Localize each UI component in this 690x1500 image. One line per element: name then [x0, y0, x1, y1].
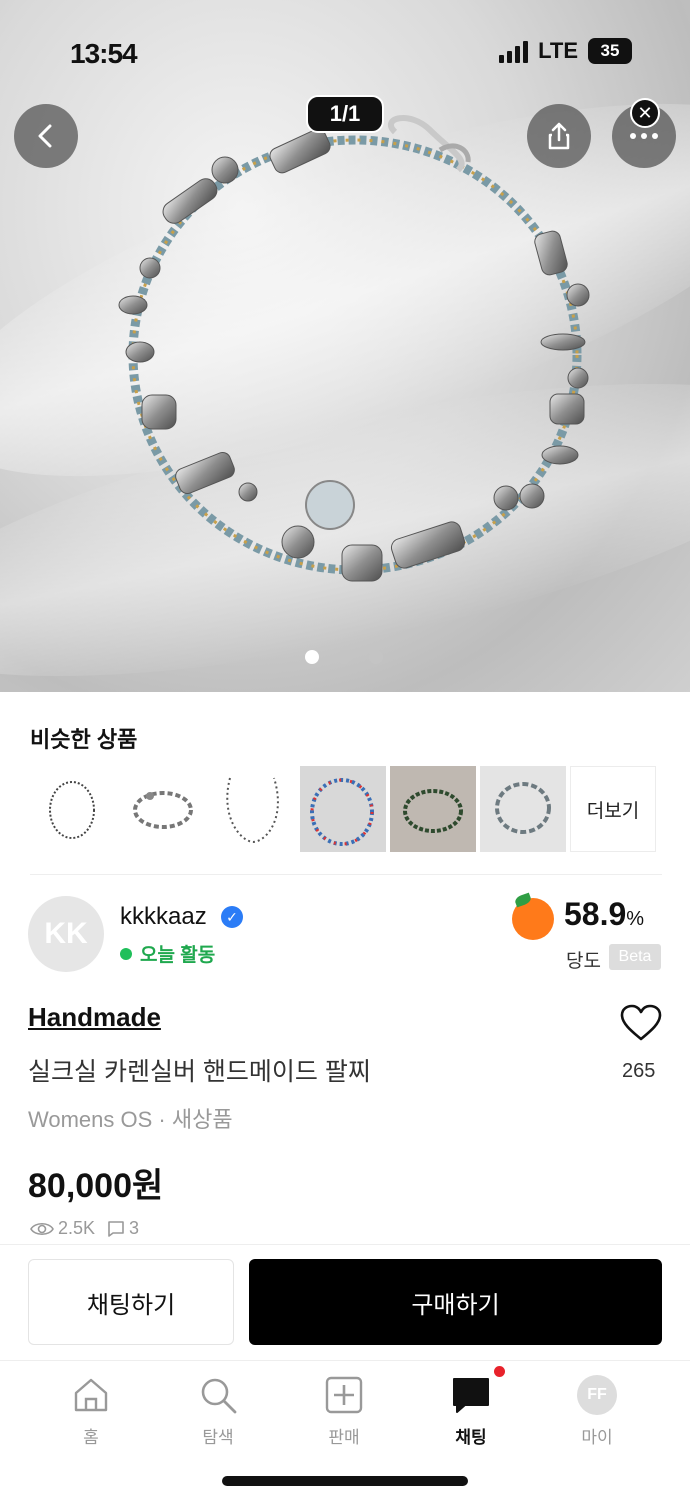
status-bar: 13:54 LTE 35: [0, 0, 690, 110]
seller-avatar[interactable]: KK: [28, 896, 104, 972]
online-status-icon: [120, 947, 132, 960]
tab-search[interactable]: 탐색: [168, 1375, 268, 1448]
comment-icon: [108, 1220, 124, 1237]
view-count: 2.5K: [30, 1218, 95, 1239]
similar-item-beaded-necklace[interactable]: [300, 766, 386, 852]
product-image[interactable]: 13:54 LTE 35 1/1 ✕: [0, 0, 690, 692]
tab-label: 채팅: [455, 1428, 487, 1447]
score-label: 당도: [566, 951, 601, 972]
similar-item-necklace-2[interactable]: [210, 766, 296, 852]
tab-label: 홈: [83, 1428, 99, 1447]
status-time: 13:54: [70, 38, 138, 69]
tab-label: 마이: [581, 1428, 613, 1447]
divider: [30, 874, 662, 875]
chevron-left-icon: [38, 124, 52, 148]
action-bar: 채팅하기 구매하기: [0, 1244, 690, 1360]
similar-item-silver-bracelet[interactable]: [480, 766, 566, 852]
product-meta: Womens OS · 새상품: [28, 1107, 233, 1132]
home-indicator: [222, 1476, 468, 1486]
seller-name[interactable]: kkkkaaz: [120, 903, 207, 931]
beta-badge: Beta: [609, 944, 661, 970]
tab-label: 탐색: [202, 1428, 234, 1447]
more-dots-icon: [630, 133, 658, 139]
status-indicators: LTE 35: [499, 38, 632, 64]
chat-icon: [453, 1378, 489, 1413]
share-button[interactable]: [527, 104, 591, 168]
product-stats: 2.5K 3: [30, 1218, 139, 1239]
search-icon: [201, 1378, 237, 1414]
similar-item-necklace-1[interactable]: [30, 766, 116, 852]
seller-score[interactable]: 58.9%: [564, 896, 644, 933]
similar-item-green-bracelet[interactable]: [390, 766, 476, 852]
like-count: 265: [622, 1060, 656, 1082]
similar-products-list: 더보기: [30, 766, 656, 852]
score-value: 58.9: [564, 896, 627, 932]
carousel-dot[interactable]: [337, 650, 351, 664]
see-more-button[interactable]: 더보기: [570, 766, 656, 852]
back-button[interactable]: [14, 104, 78, 168]
tab-label: 판매: [328, 1428, 360, 1447]
tab-sell[interactable]: 판매: [294, 1375, 394, 1448]
view-count-value: 2.5K: [58, 1218, 96, 1238]
product-title: 실크실 카렌실버 핸드메이드 팔찌: [28, 1058, 371, 1086]
score-unit: %: [626, 908, 645, 930]
activity-label: 오늘 활동: [140, 945, 216, 966]
home-icon: [74, 1378, 108, 1412]
chat-button[interactable]: 채팅하기: [28, 1259, 234, 1345]
add-icon: [325, 1376, 363, 1414]
heart-icon[interactable]: [620, 1004, 662, 1042]
similar-section-title: 비슷한 상품: [30, 727, 138, 752]
image-counter: 1/1: [306, 95, 384, 133]
carousel-dot[interactable]: [305, 650, 319, 664]
seller-activity: 오늘 활동: [120, 940, 215, 967]
carousel-indicator: [305, 650, 383, 664]
buy-button[interactable]: 구매하기: [249, 1259, 662, 1345]
tab-my[interactable]: FF 마이: [547, 1375, 647, 1448]
signal-icon: [499, 39, 529, 63]
network-label: LTE: [538, 38, 578, 63]
comment-count: 3: [107, 1218, 139, 1239]
brand-link[interactable]: Handmade: [28, 1002, 161, 1033]
comment-count-value: 3: [129, 1218, 140, 1238]
similar-item-bracelet-1[interactable]: [120, 766, 206, 852]
carousel-dot[interactable]: [369, 650, 383, 664]
tab-home[interactable]: 홈: [41, 1375, 141, 1448]
verified-icon: ✓: [221, 906, 243, 928]
tab-chat[interactable]: 채팅: [421, 1375, 521, 1448]
close-icon[interactable]: ✕: [630, 98, 660, 128]
notification-dot: [494, 1366, 505, 1377]
share-icon: [548, 122, 570, 150]
battery-icon: 35: [588, 38, 632, 64]
eye-icon: [30, 1222, 54, 1235]
product-price: 80,000원: [28, 1167, 164, 1205]
profile-icon: FF: [577, 1375, 617, 1415]
